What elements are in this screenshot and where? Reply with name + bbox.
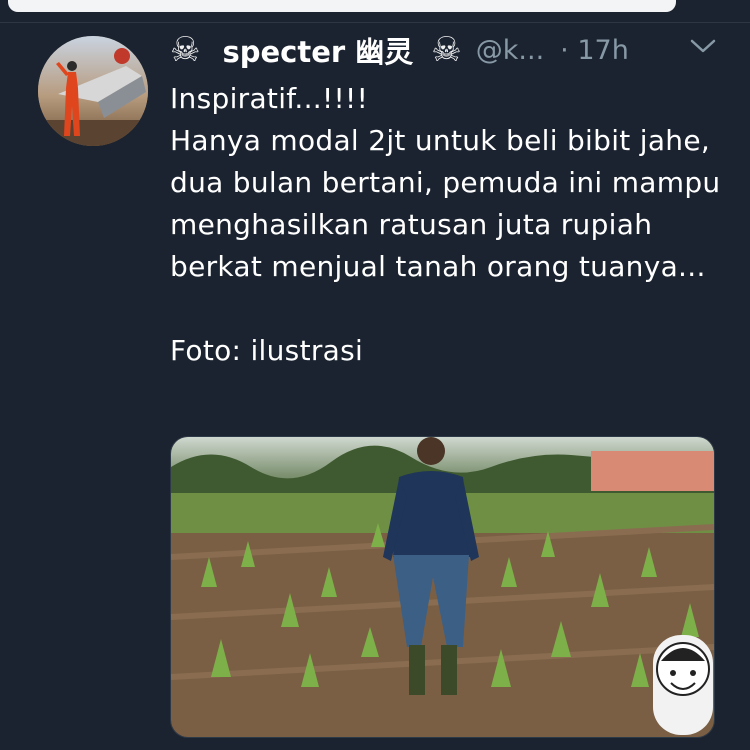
skull-crossbones-icon: ☠ xyxy=(431,30,462,70)
skull-crossbones-icon: ☠ xyxy=(170,30,201,70)
avatar-image xyxy=(38,36,148,146)
divider xyxy=(0,22,750,23)
tweet-timestamp[interactable]: · 17h xyxy=(560,35,629,66)
photo-man-in-field xyxy=(171,437,714,737)
tweet-media-photo[interactable] xyxy=(170,436,715,738)
avatar[interactable] xyxy=(38,36,148,146)
author-handle[interactable]: @k... xyxy=(476,35,544,66)
search-bar[interactable] xyxy=(8,0,676,12)
chevron-down-icon[interactable] xyxy=(690,38,716,54)
top-bar xyxy=(0,0,750,22)
tweet-header: ☠ specter 幽灵 ☠ @k... · 17h xyxy=(170,28,629,72)
tweet-text: Inspiratif...!!!! Hanya modal 2jt untuk … xyxy=(170,82,721,367)
author-name[interactable]: specter 幽灵 xyxy=(222,29,413,71)
